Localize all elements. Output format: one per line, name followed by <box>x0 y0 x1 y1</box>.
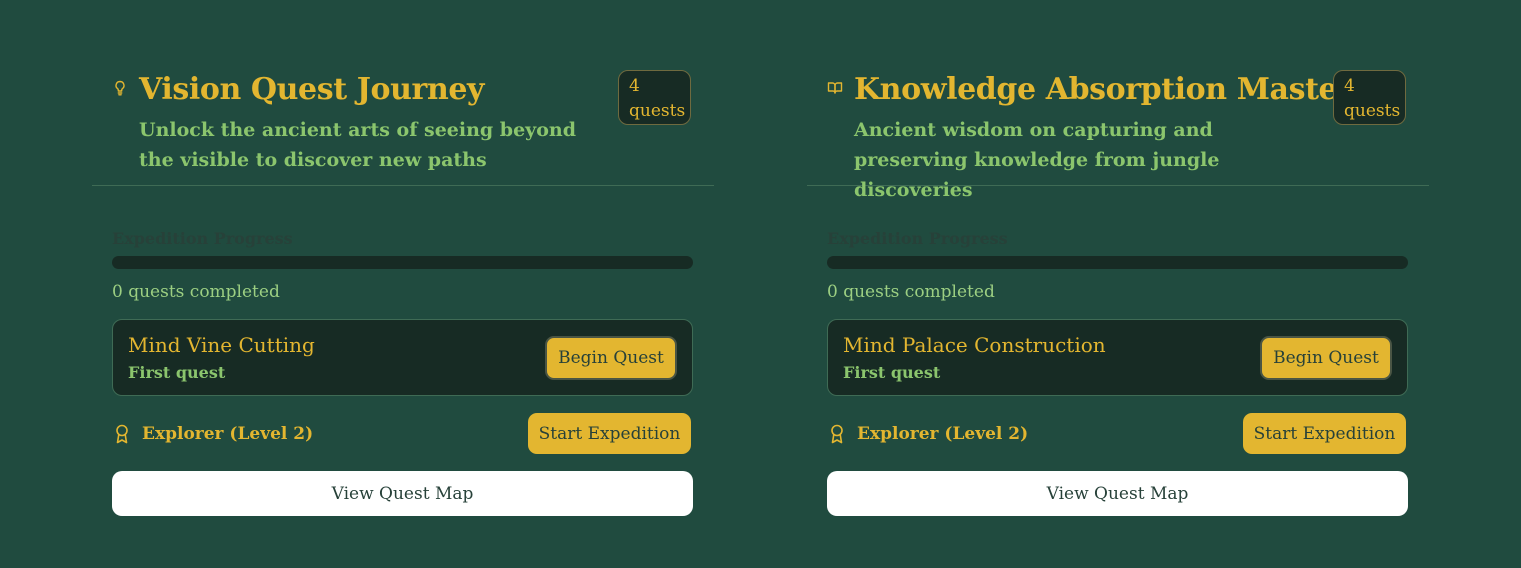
completed-count: 0 quests completed <box>827 282 995 302</box>
award-icon <box>829 424 845 444</box>
begin-quest-button[interactable]: Begin Quest <box>1260 336 1392 380</box>
progress-label: Expedition Progress <box>112 229 293 248</box>
card-subtitle: Ancient wisdom on capturing and preservi… <box>854 119 1220 201</box>
quest-name: Mind Vine Cutting <box>128 333 315 357</box>
progress-label: Expedition Progress <box>827 229 1008 248</box>
card-title: Vision Quest Journey <box>139 72 485 107</box>
quest-count-badge: 4 quests <box>618 70 691 125</box>
quest-count-badge: 4 quests <box>1333 70 1406 125</box>
card-header: Knowledge Absorption Mastery Ancient wis… <box>807 0 1429 201</box>
open-book-icon <box>827 80 843 96</box>
begin-quest-button[interactable]: Begin Quest <box>545 336 677 380</box>
start-expedition-button[interactable]: Start Expedition <box>1243 413 1406 454</box>
progress-bar <box>112 256 693 269</box>
quest-card-vision: Vision Quest Journey Unlock the ancient … <box>92 0 714 568</box>
lightbulb-icon <box>112 80 128 96</box>
quest-name: Mind Palace Construction <box>843 333 1106 357</box>
card-title: Knowledge Absorption Mastery <box>854 72 1370 107</box>
completed-count: 0 quests completed <box>112 282 280 302</box>
quest-subtitle: First quest <box>843 363 941 382</box>
card-header: Vision Quest Journey Unlock the ancient … <box>92 0 714 186</box>
quest-card-knowledge: Knowledge Absorption Mastery Ancient wis… <box>807 0 1429 568</box>
start-expedition-button[interactable]: Start Expedition <box>528 413 691 454</box>
quest-subtitle: First quest <box>128 363 226 382</box>
quest-item: Mind Palace Construction First quest Beg… <box>827 319 1408 396</box>
quest-item: Mind Vine Cutting First quest Begin Ques… <box>112 319 693 396</box>
progress-bar <box>827 256 1408 269</box>
card-subtitle: Unlock the ancient arts of seeing beyond… <box>139 119 576 171</box>
view-quest-map-button[interactable]: View Quest Map <box>827 471 1408 516</box>
explorer-rank: Explorer (Level 2) <box>857 424 1029 444</box>
explorer-rank: Explorer (Level 2) <box>142 424 314 444</box>
award-icon <box>114 424 130 444</box>
view-quest-map-button[interactable]: View Quest Map <box>112 471 693 516</box>
